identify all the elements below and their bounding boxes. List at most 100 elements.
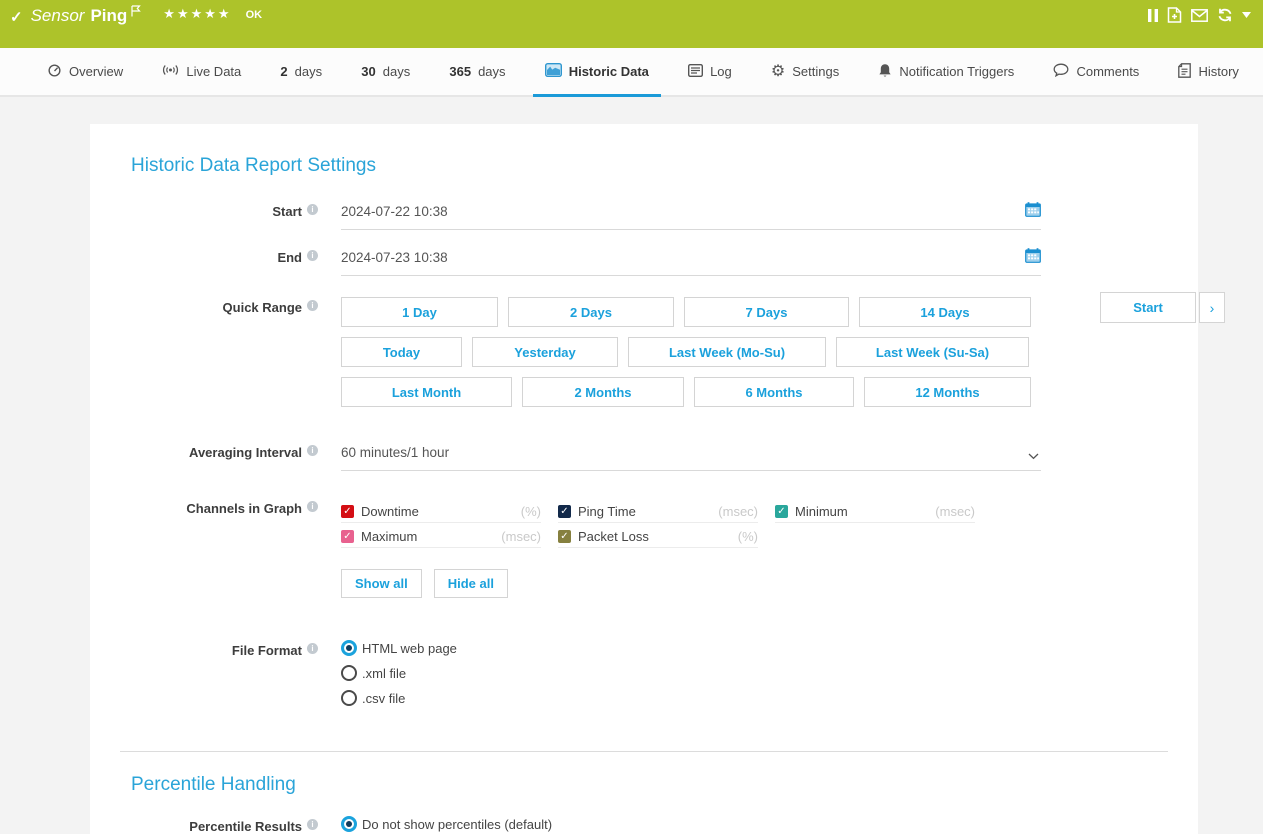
file-format-csv-option[interactable]: .csv file	[341, 690, 1041, 706]
tab-notification-triggers[interactable]: Notification Triggers	[876, 48, 1016, 95]
tab-settings[interactable]: ⚙ Settings	[769, 48, 841, 95]
refresh-icon[interactable]	[1217, 8, 1233, 22]
sensor-title: Sensor Ping ★★★★★	[31, 6, 232, 26]
section-title-percentile-handling: Percentile Handling	[90, 752, 1198, 796]
channels-in-graph-label: Channels in Graphi	[90, 498, 318, 516]
radio-label: .csv file	[362, 691, 405, 706]
panel-collapse-chevron-button[interactable]: ›	[1199, 292, 1225, 323]
sensor-name: Ping	[90, 6, 127, 26]
info-icon[interactable]: i	[307, 300, 318, 311]
tab-2-days[interactable]: 2 days	[278, 48, 324, 95]
channel-unit: (%)	[521, 504, 541, 519]
calendar-icon[interactable]	[1025, 248, 1041, 266]
tab-label: days	[478, 64, 505, 79]
pause-icon[interactable]	[1148, 9, 1158, 22]
quick-range-last-week-su-sa-button[interactable]: Last Week (Su-Sa)	[836, 337, 1029, 367]
hide-all-button[interactable]: Hide all	[434, 569, 508, 598]
gear-icon: ⚙	[771, 64, 785, 80]
broadcast-icon	[162, 63, 179, 80]
radio-label: .xml file	[362, 666, 406, 681]
end-date-input[interactable]: 2024-07-23 10:38	[341, 247, 1041, 276]
info-icon[interactable]: i	[307, 643, 318, 654]
file-format-html-option[interactable]: HTML web page	[341, 640, 1041, 656]
channel-checkbox[interactable]: ✓	[341, 505, 354, 518]
file-format-label: File Formati	[90, 640, 318, 658]
radio-selected[interactable]	[341, 640, 357, 656]
section-title-historic-data-report-settings: Historic Data Report Settings	[90, 124, 1198, 177]
tab-30-days[interactable]: 30 days	[359, 48, 412, 95]
tab-label: Live Data	[186, 64, 241, 79]
tab-365-days[interactable]: 365 days	[447, 48, 507, 95]
quick-range-1-day-button[interactable]: 1 Day	[341, 297, 498, 327]
channel-unit: (msec)	[501, 529, 541, 544]
file-format-xml-option[interactable]: .xml file	[341, 665, 1041, 681]
tab-label: Notification Triggers	[899, 64, 1014, 79]
tab-live-data[interactable]: Live Data	[160, 48, 243, 95]
tab-log[interactable]: Log	[686, 48, 734, 95]
channel-checkbox[interactable]: ✓	[558, 505, 571, 518]
channel-unit: (msec)	[935, 504, 975, 519]
channel-checkbox[interactable]: ✓	[775, 505, 788, 518]
start-date-value: 2024-07-22 10:38	[341, 204, 448, 219]
start-date-input[interactable]: 2024-07-22 10:38	[341, 201, 1041, 230]
quick-range-today-button[interactable]: Today	[341, 337, 462, 367]
tab-label: Log	[710, 64, 732, 79]
tab-label: days	[383, 64, 410, 79]
tab-label: History	[1198, 64, 1238, 79]
tab-label: Overview	[69, 64, 123, 79]
show-all-button[interactable]: Show all	[341, 569, 422, 598]
quick-range-12-months-button[interactable]: 12 Months	[864, 377, 1031, 407]
info-icon[interactable]: i	[307, 445, 318, 456]
info-icon[interactable]: i	[307, 250, 318, 261]
channel-name: Maximum	[361, 529, 417, 544]
email-icon[interactable]	[1191, 9, 1208, 22]
averaging-interval-value: 60 minutes/1 hour	[341, 445, 449, 460]
info-icon[interactable]: i	[307, 819, 318, 830]
tab-comments[interactable]: Comments	[1051, 48, 1141, 95]
list-icon	[688, 64, 703, 80]
tab-historic-data[interactable]: Historic Data	[543, 48, 651, 95]
tab-history[interactable]: History	[1176, 48, 1240, 95]
info-icon[interactable]: i	[307, 204, 318, 215]
tab-overview[interactable]: Overview	[45, 48, 125, 95]
quick-range-2-months-button[interactable]: 2 Months	[522, 377, 684, 407]
quick-range-6-months-button[interactable]: 6 Months	[694, 377, 854, 407]
radio-label: HTML web page	[362, 641, 457, 656]
caret-down-icon[interactable]	[1242, 12, 1251, 18]
settings-card: Historic Data Report Settings Starti 202…	[90, 124, 1198, 834]
channel-packet-loss: ✓ Packet Loss (%)	[558, 530, 758, 548]
status-ok-check-icon: ✓	[10, 8, 23, 26]
quick-range-14-days-button[interactable]: 14 Days	[859, 297, 1031, 327]
quick-range-7-days-button[interactable]: 7 Days	[684, 297, 849, 327]
averaging-interval-select[interactable]: 60 minutes/1 hour	[341, 442, 1041, 471]
channel-minimum: ✓ Minimum (msec)	[775, 505, 975, 523]
tab-number: 30	[361, 64, 375, 79]
sensor-status-badge: OK	[246, 9, 263, 21]
radio-selected[interactable]	[341, 816, 357, 832]
tab-label: days	[295, 64, 322, 79]
quick-range-2-days-button[interactable]: 2 Days	[508, 297, 674, 327]
channel-ping-time: ✓ Ping Time (msec)	[558, 505, 758, 523]
channel-checkbox[interactable]: ✓	[341, 530, 354, 543]
start-label: Starti	[90, 201, 318, 219]
quick-range-yesterday-button[interactable]: Yesterday	[472, 337, 618, 367]
tab-label: Historic Data	[569, 64, 649, 79]
flag-icon[interactable]	[131, 4, 141, 22]
sensor-tabbar: Overview Live Data 2 days 30 days 365 da…	[0, 48, 1263, 97]
channel-checkbox[interactable]: ✓	[558, 530, 571, 543]
gauge-icon	[47, 63, 62, 81]
quick-range-last-month-button[interactable]: Last Month	[341, 377, 512, 407]
percentile-do-not-show-option[interactable]: Do not show percentiles (default)	[341, 816, 1041, 832]
quick-range-last-week-mo-su-button[interactable]: Last Week (Mo-Su)	[628, 337, 826, 367]
start-report-button[interactable]: Start	[1100, 292, 1196, 323]
channel-unit: (%)	[738, 529, 758, 544]
channel-name: Minimum	[795, 504, 848, 519]
priority-stars[interactable]: ★★★★★	[163, 6, 231, 22]
calendar-icon[interactable]	[1025, 202, 1041, 220]
chevron-down-icon	[1028, 448, 1039, 463]
sensor-type-label: Sensor	[31, 6, 85, 26]
radio-unselected[interactable]	[341, 665, 357, 681]
info-icon[interactable]: i	[307, 501, 318, 512]
create-report-icon[interactable]	[1167, 7, 1182, 23]
radio-unselected[interactable]	[341, 690, 357, 706]
